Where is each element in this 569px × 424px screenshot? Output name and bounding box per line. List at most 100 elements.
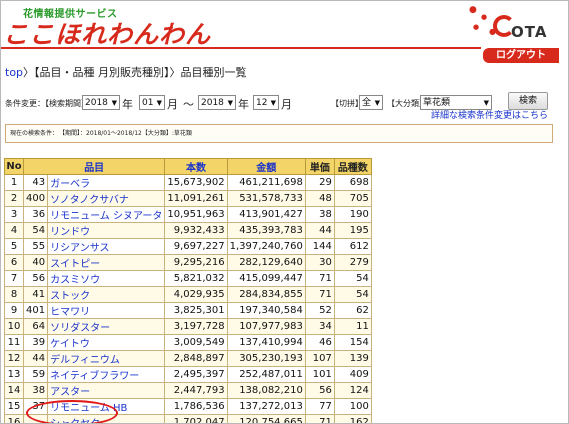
kiri-select[interactable]: 全 ▼ (359, 95, 383, 110)
quantity-cell: 9,932,433 (164, 222, 228, 239)
column-header-unit-price: 単価 (304, 158, 335, 175)
dropdown-arrow-icon: ▼ (227, 99, 233, 107)
variety-count-cell: 409 (333, 366, 372, 383)
table-row: 12 44 デルフィニウム 2,848,897 305,230,193 107 139 (4, 350, 372, 367)
quantity-cell: 2,495,397 (164, 366, 228, 383)
column-header-quantity[interactable]: 本数 (164, 158, 228, 175)
quantity-cell: 1,702,047 (164, 414, 228, 423)
item-name-link[interactable]: ソリダスター (47, 318, 166, 335)
quantity-cell: 3,197,728 (164, 318, 228, 335)
unit-price-cell: 56 (304, 382, 335, 399)
variety-count-cell: 162 (333, 414, 372, 423)
to-month-select[interactable]: 12 ▼ (253, 95, 279, 110)
item-name-link[interactable]: リンドウ (47, 222, 166, 239)
row-number: 12 (4, 350, 24, 367)
amount-cell: 197,340,584 (226, 302, 306, 319)
from-month-select[interactable]: 01 ▼ (139, 95, 165, 110)
variety-count-cell: 54 (333, 270, 372, 287)
item-name-link[interactable]: ストック (47, 286, 166, 303)
paw-print-icon: ● (469, 5, 477, 15)
amount-cell: 284,834,855 (226, 286, 306, 303)
table-row: 13 59 ネイティブフラワー 2,495,397 252,487,011 101 409 (4, 366, 372, 383)
breadcrumb-middle[interactable]: 〉【品目・品種 月別販売種別】 (23, 66, 170, 79)
column-header-item[interactable]: 品目 (22, 158, 166, 175)
variety-count-cell: 190 (333, 206, 372, 223)
from-year-select[interactable]: 2018 ▼ (82, 95, 120, 110)
breadcrumb-separator: 〉 (169, 66, 181, 79)
quantity-cell: 3,009,549 (164, 334, 228, 351)
unit-price-cell: 44 (304, 222, 335, 239)
row-number: 6 (4, 254, 24, 271)
quantity-cell: 10,951,963 (164, 206, 228, 223)
item-name-link[interactable]: スイトピー (47, 254, 166, 271)
table-row: 11 39 ケイトウ 3,009,549 137,410,994 46 154 (4, 334, 372, 351)
item-code: 36 (22, 206, 49, 223)
ota-logo: OTA (493, 9, 551, 45)
item-name-link[interactable]: ヒマワリ (47, 302, 166, 319)
item-name-link[interactable]: ネイティブフラワー (47, 366, 166, 383)
item-code: 59 (22, 366, 49, 383)
current-conditions-text: 【期間】：2018/01〜2018/12【大分類】:草花類 (62, 130, 192, 137)
row-number: 10 (4, 318, 24, 335)
table-row: 7 56 カスミソウ 5,821,032 415,099,447 71 54 (4, 270, 372, 287)
row-number: 7 (4, 270, 24, 287)
site-title[interactable]: ここほれわんわん (3, 15, 211, 51)
paw-print-icon: ● (481, 13, 488, 21)
item-name-link[interactable]: ガーベラ (47, 174, 166, 191)
column-header-variety-count: 品種数 (333, 158, 372, 175)
item-code: 43 (22, 174, 49, 191)
logout-button[interactable]: ログアウト (483, 48, 559, 63)
item-code: 40 (22, 254, 49, 271)
item-code: 54 (22, 222, 49, 239)
browser-frame: 花情報提供サービス ここほれわんわん ● ● ● ● OTA ログアウト top… (0, 0, 569, 424)
current-conditions-label: 現在の検索条件： (10, 130, 59, 137)
from-month-value: 01 (142, 98, 154, 108)
item-name-link[interactable]: ケイトウ (47, 334, 166, 351)
quantity-cell: 2,447,793 (164, 382, 228, 399)
year-unit: 年 (122, 98, 133, 111)
kiri-value: 全 (362, 98, 372, 108)
unit-price-cell: 52 (304, 302, 335, 319)
amount-cell: 107,977,983 (226, 318, 306, 335)
amount-cell: 305,230,193 (226, 350, 306, 367)
amount-cell: 435,393,783 (226, 222, 306, 239)
unit-price-cell: 30 (304, 254, 335, 271)
dropdown-arrow-icon: ▼ (270, 99, 276, 107)
variety-count-cell: 124 (333, 382, 372, 399)
amount-cell: 415,099,447 (226, 270, 306, 287)
row-number: 9 (4, 302, 24, 319)
quantity-cell: 5,821,032 (164, 270, 228, 287)
current-conditions-box: 現在の検索条件： 【期間】：2018/01〜2018/12【大分類】:草花類 (5, 124, 553, 143)
unit-price-cell: 38 (304, 206, 335, 223)
month-unit: 月 (281, 98, 292, 111)
item-name-link[interactable]: アスター (47, 382, 166, 399)
amount-cell: 137,272,013 (226, 398, 306, 415)
variety-count-cell: 612 (333, 238, 372, 255)
detailed-search-link[interactable]: 詳細な検索条件変更はこちら (431, 108, 548, 121)
table-row: 3 36 リモニューム シヌアータ 10,951,963 413,901,427 38 19… (4, 206, 372, 223)
column-header-amount[interactable]: 金額 (226, 158, 306, 175)
item-name-link[interactable]: リシアンサス (47, 238, 166, 255)
amount-cell: 461,211,698 (226, 174, 306, 191)
table-row: 14 38 アスター 2,447,793 138,082,210 56 124 (4, 382, 372, 399)
row-number: 4 (4, 222, 24, 239)
item-name-link[interactable]: カスミソウ (47, 270, 166, 287)
to-month-value: 12 (256, 98, 268, 108)
amount-cell: 282,129,640 (226, 254, 306, 271)
unit-price-cell: 48 (304, 190, 335, 207)
dropdown-arrow-icon: ▼ (156, 99, 162, 107)
item-name-link[interactable]: デルフィニウム (47, 350, 166, 367)
row-number: 2 (4, 190, 24, 207)
item-code: 44 (22, 350, 49, 367)
unit-price-cell: 71 (304, 286, 335, 303)
item-name-link[interactable]: ソノタノクサバナ (47, 190, 166, 207)
results-table: No 品目 本数 金額 単価 品種数 1 43 ガーベラ 15,673,902 461,… (4, 158, 372, 423)
to-year-select[interactable]: 2018 ▼ (198, 95, 236, 110)
to-year-value: 2018 (201, 98, 224, 108)
table-row: 5 55 リシアンサス 9,697,227 1,397,240,760 144 612 (4, 238, 372, 255)
variety-count-cell: 698 (333, 174, 372, 191)
breadcrumb-top-link[interactable]: top (5, 66, 23, 79)
highlight-circle (26, 400, 118, 423)
amount-cell: 137,410,994 (226, 334, 306, 351)
item-name-link[interactable]: リモニューム シヌアータ (47, 206, 166, 223)
